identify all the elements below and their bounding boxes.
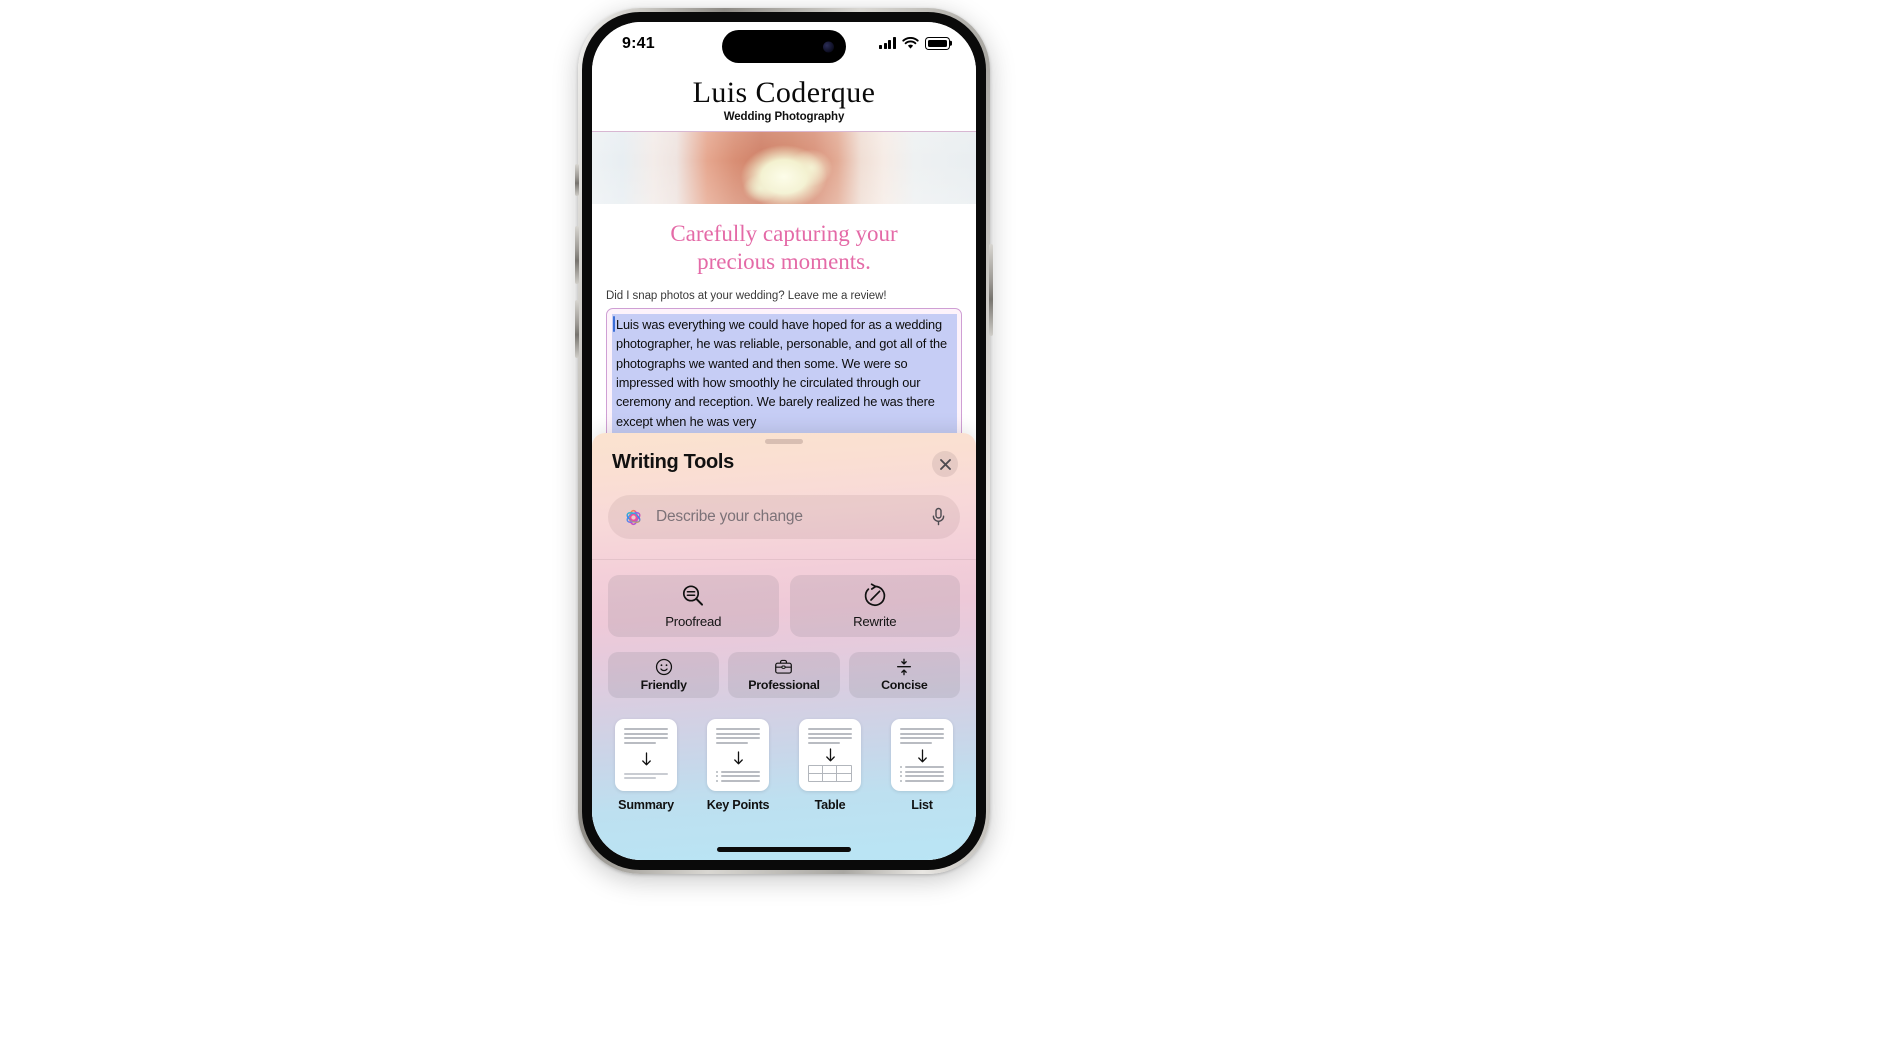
down-arrow-icon — [808, 746, 852, 765]
sheet-divider — [592, 559, 976, 560]
volume-down-button[interactable] — [575, 300, 579, 358]
cellular-signal-icon — [879, 37, 896, 50]
document-key-points-icon — [707, 719, 769, 791]
writing-tools-title: Writing Tools — [612, 451, 735, 473]
close-icon — [939, 458, 951, 470]
site-subtitle: Wedding Photography — [723, 110, 845, 123]
text-caret — [613, 315, 615, 332]
apple-intelligence-icon — [626, 509, 641, 525]
list-card[interactable]: List — [883, 719, 961, 812]
primary-actions-row: Proofread Rewrite — [608, 575, 960, 637]
bullet-lines — [716, 770, 760, 782]
wifi-icon — [902, 37, 919, 50]
site-header: Luis Coderque Wedding Photography — [592, 72, 976, 132]
device-screen: 9:41 Luis Coderque Wedding Photography C… — [592, 22, 976, 860]
page-tagline: Carefully capturing your precious moment… — [592, 204, 976, 286]
power-button[interactable] — [989, 244, 993, 336]
list-label: List — [911, 798, 933, 812]
key-points-label: Key Points — [706, 798, 770, 812]
site-title: Luis Coderque — [692, 76, 876, 109]
compress-arrows-icon — [897, 658, 912, 676]
screenshot-canvas: 9:41 Luis Coderque Wedding Photography C… — [0, 0, 1892, 1060]
formats-row: Summary Key Points Table List — [607, 719, 961, 812]
close-button[interactable] — [932, 451, 958, 477]
tones-row: Friendly Professional Concise — [608, 652, 960, 698]
status-bar-time: 9:41 — [622, 35, 655, 52]
document-summary-icon — [615, 719, 677, 791]
bullet-lines — [900, 766, 944, 782]
concise-button[interactable]: Concise — [848, 652, 960, 698]
dynamic-island — [722, 30, 846, 63]
hero-photo-image — [592, 131, 976, 204]
concise-label: Concise — [881, 678, 928, 692]
key-points-card[interactable]: Key Points — [699, 719, 777, 812]
tagline-line-2: precious moments. — [697, 248, 871, 274]
action-button[interactable] — [575, 164, 579, 196]
review-prompt-text: Did I snap photos at your wedding? Leave… — [606, 289, 887, 302]
table-card[interactable]: Table — [791, 719, 869, 812]
document-table-icon — [799, 719, 861, 791]
describe-change-placeholder: Describe your change — [656, 508, 803, 525]
table-label: Table — [814, 798, 846, 812]
sheet-grabber-handle[interactable] — [765, 439, 803, 444]
review-selected-text[interactable]: Luis was everything we could have hoped … — [612, 313, 957, 434]
proofread-label: Proofread — [665, 614, 722, 629]
status-bar: 9:41 — [592, 22, 976, 72]
friendly-button[interactable]: Friendly — [608, 652, 720, 698]
rewrite-button[interactable]: Rewrite — [789, 575, 960, 637]
describe-change-input[interactable]: Describe your change — [608, 495, 960, 539]
document-list-icon — [891, 719, 953, 791]
rewrite-label: Rewrite — [853, 614, 897, 629]
professional-label: Professional — [748, 678, 820, 692]
microphone-icon[interactable] — [931, 507, 946, 527]
battery-icon — [925, 37, 950, 50]
summary-label: Summary — [618, 798, 674, 812]
rewrite-circle-arrow-icon — [864, 583, 885, 607]
tagline-line-1: Carefully capturing your — [670, 220, 898, 246]
proofread-button[interactable]: Proofread — [608, 575, 779, 637]
down-arrow-icon — [624, 746, 668, 772]
volume-up-button[interactable] — [575, 226, 579, 284]
writing-tools-sheet: Writing Tools Describe your change Proof… — [592, 433, 976, 860]
down-arrow-icon — [716, 746, 760, 770]
friendly-label: Friendly — [640, 678, 687, 692]
professional-button[interactable]: Professional — [728, 652, 840, 698]
front-camera-icon — [823, 41, 834, 52]
magnifier-equals-icon — [683, 585, 704, 606]
device-bezel: 9:41 Luis Coderque Wedding Photography C… — [582, 12, 986, 870]
smiley-face-icon — [655, 658, 672, 676]
home-indicator[interactable] — [717, 847, 851, 852]
iphone-device-frame: 9:41 Luis Coderque Wedding Photography C… — [575, 8, 993, 874]
down-arrow-icon — [900, 746, 944, 766]
briefcase-icon — [775, 659, 793, 674]
summary-card[interactable]: Summary — [607, 719, 685, 812]
table-grid — [808, 765, 852, 782]
status-bar-indicators — [879, 37, 950, 50]
